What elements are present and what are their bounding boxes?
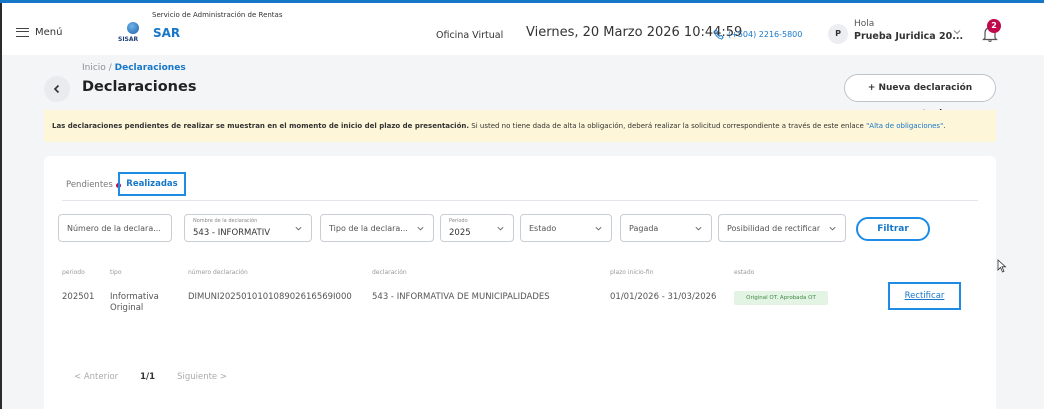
cell-declaracion: 543 - INFORMATIVA DE MUNICIPALIDADES: [372, 292, 550, 302]
declarations-card: Pendientes Realizadas Número de la decla…: [44, 156, 996, 409]
pagada-placeholder: Pagada: [629, 224, 659, 233]
periodo-label: Periodo: [449, 218, 468, 224]
breadcrumb-separator: /: [108, 63, 112, 73]
oficina-label: Oficina Virtual: [436, 30, 504, 41]
notice-text: Si usted no tiene dada de alta la obliga…: [471, 122, 864, 130]
rectificar-link[interactable]: Rectificar: [888, 282, 961, 310]
nombre-label: Nombre de la declaración: [193, 218, 258, 224]
pagination: < Anterior 1/1 Siguiente >: [74, 372, 227, 382]
globe-icon: [127, 22, 139, 34]
cell-tipo-line1: Informativa: [110, 292, 159, 302]
cell-numero: DIMUNI202501010108902616569I000: [188, 292, 352, 302]
filtrar-button[interactable]: Filtrar: [856, 217, 930, 241]
tabs-divider: [62, 200, 978, 201]
cell-plazo: 01/01/2026 - 31/03/2026: [610, 292, 717, 302]
page-indicator: 1/1: [140, 372, 156, 382]
col-header-estado: estado: [734, 269, 755, 276]
breadcrumb-home[interactable]: Inicio: [82, 63, 106, 73]
estado-placeholder: Estado: [529, 224, 557, 233]
tab-pendientes-label: Pendientes: [66, 180, 113, 190]
top-header: Menú SISAR Servicio de Administración de…: [2, 3, 1044, 55]
breadcrumb-current: Declaraciones: [114, 63, 186, 73]
datetime: Viernes, 20 Marzo 2026 10:44:59: [526, 25, 743, 40]
mouse-cursor-icon: [997, 259, 1007, 273]
greeting: Hola: [854, 19, 875, 29]
chevron-left-icon: [53, 84, 60, 94]
chevron-down-icon: [595, 226, 602, 231]
chevron-down-icon[interactable]: [952, 27, 962, 37]
col-header-numero: número declaración: [188, 269, 248, 276]
window-left-border: [0, 3, 2, 409]
rectificar-select[interactable]: Posibilidad de rectificar: [718, 214, 846, 242]
rectificar-placeholder: Posibilidad de rectificar: [727, 224, 821, 233]
nombre-declaracion-select[interactable]: Nombre de la declaración 543 - INFORMATI…: [184, 214, 312, 242]
breadcrumb: Inicio / Declaraciones: [82, 63, 186, 73]
previous-page-button[interactable]: < Anterior: [74, 372, 118, 382]
col-header-periodo: periodo: [62, 269, 85, 276]
page-title: Declaraciones: [82, 79, 197, 95]
new-declaration-button[interactable]: + Nueva declaración eventual: [844, 74, 996, 119]
chevron-down-icon: [829, 226, 836, 231]
brand-title: Servicio de Administración de Rentas: [152, 11, 283, 19]
phone-icon: [713, 29, 724, 40]
periodo-value: 2025: [449, 228, 471, 238]
estado-select[interactable]: Estado: [520, 214, 612, 242]
cell-periodo: 202501: [62, 292, 95, 302]
next-page-button[interactable]: Siguiente >: [177, 372, 227, 382]
tab-pendientes[interactable]: Pendientes: [66, 180, 121, 190]
sar-logo[interactable]: SISAR: [118, 20, 154, 50]
notice-end: .: [943, 122, 946, 130]
cell-tipo-line2: Original: [110, 303, 144, 313]
numero-placeholder: Número de la declara...: [67, 224, 161, 233]
alta-obligaciones-link[interactable]: "Alta de obligaciones": [866, 122, 943, 130]
notice-bold-text: Las declaraciones pendientes de realizar…: [52, 122, 470, 130]
chevron-down-icon: [417, 226, 424, 231]
nombre-value: 543 - INFORMATIV: [193, 228, 271, 238]
col-header-plazo: plazo inicio-fin: [610, 269, 654, 276]
hamburger-icon: [16, 28, 29, 37]
user-name[interactable]: Prueba Juridica 20...: [854, 31, 963, 42]
chevron-down-icon: [695, 226, 702, 231]
col-header-declaracion: declaración: [372, 269, 407, 276]
col-header-tipo: tipo: [110, 269, 122, 276]
notification-badge: 2: [987, 19, 1001, 33]
pagada-select[interactable]: Pagada: [620, 214, 712, 242]
avatar[interactable]: P: [828, 24, 848, 44]
tipo-placeholder: Tipo de la declara...: [329, 224, 408, 233]
menu-label: Menú: [35, 27, 63, 38]
numero-declaracion-input[interactable]: Número de la declara...: [58, 214, 172, 242]
brand-short: SAR: [153, 26, 181, 40]
back-button[interactable]: [44, 76, 70, 102]
info-notice: Las declaraciones pendientes de realizar…: [44, 110, 996, 142]
tipo-declaracion-select[interactable]: Tipo de la declara...: [320, 214, 434, 242]
chevron-down-icon: [295, 226, 302, 231]
phone-number: (+504) 2216-5800: [728, 30, 803, 39]
sisar-logo-text: SISAR: [118, 36, 139, 43]
phone-link[interactable]: (+504) 2216-5800: [713, 29, 802, 40]
status-badge: Original OT. Aprobada OT: [734, 291, 828, 305]
chevron-down-icon: [497, 226, 504, 231]
periodo-select[interactable]: Periodo 2025: [440, 214, 514, 242]
tab-realizadas[interactable]: Realizadas: [118, 172, 186, 196]
menu-button[interactable]: Menú: [16, 27, 62, 38]
